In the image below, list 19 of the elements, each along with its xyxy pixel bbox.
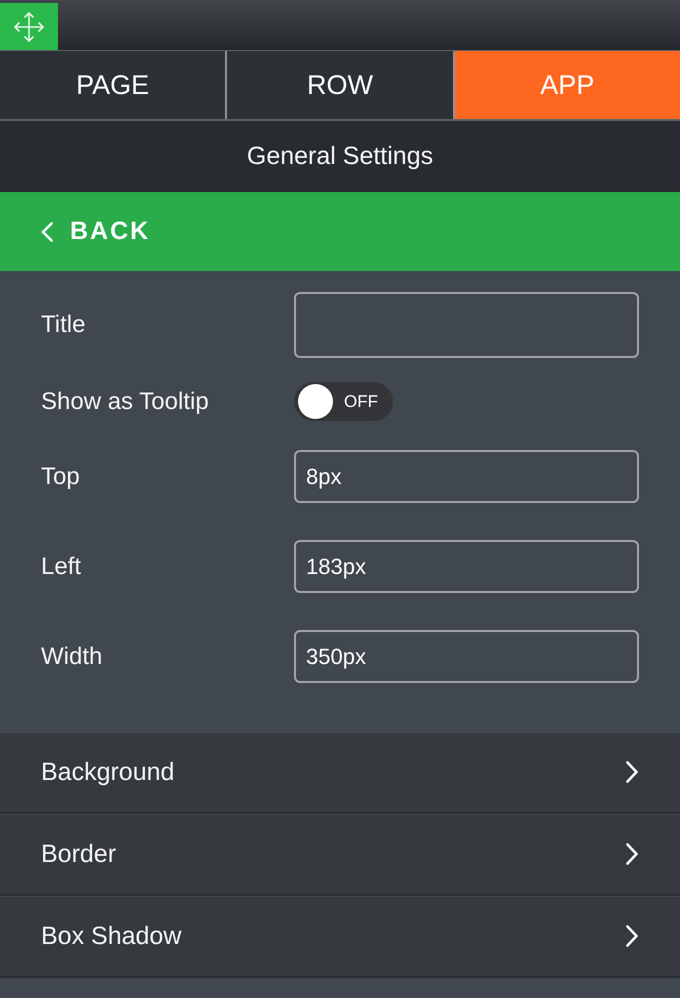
chevron-right-icon [626, 761, 638, 783]
field-label: Show as Tooltip [41, 388, 210, 416]
input-field[interactable]: 350px [294, 630, 639, 683]
field-label: Top [41, 462, 81, 490]
settings-section-item[interactable]: Border [0, 814, 680, 896]
field-label: Title [41, 311, 86, 339]
chevron-right-icon [626, 843, 638, 865]
section-title: General Settings [246, 142, 434, 171]
move-arrows-icon[interactable] [14, 12, 44, 42]
chevron-right-icon [626, 925, 638, 947]
settings-section-item[interactable]: Background [0, 732, 680, 814]
field-label: Width [41, 642, 104, 670]
input-field[interactable]: 8px [294, 450, 639, 503]
input-field[interactable] [294, 292, 639, 358]
input-field[interactable]: 183px [294, 540, 639, 593]
chevron-left-icon [41, 222, 53, 242]
settings-section-item[interactable]: Box Shadow [0, 896, 680, 978]
field-label: Left [41, 552, 82, 580]
toggle-switch[interactable]: OFF [294, 382, 393, 421]
